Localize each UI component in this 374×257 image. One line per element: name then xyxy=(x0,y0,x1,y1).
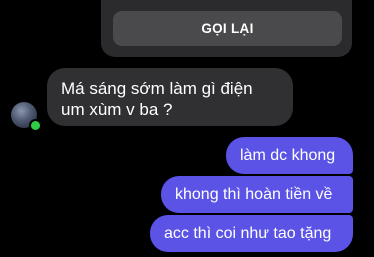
chat-screen: GỌI LẠI Má sáng sớm làm gì điện um xùm v… xyxy=(0,0,374,257)
outgoing-message-bubble[interactable]: acc thì coi như tao tặng xyxy=(150,215,353,252)
online-status-icon xyxy=(29,119,42,132)
call-back-button[interactable]: GỌI LẠI xyxy=(113,11,342,46)
outgoing-message-bubble[interactable]: làm dc khong xyxy=(226,137,353,174)
incoming-message-bubble[interactable]: Má sáng sớm làm gì điện um xùm v ba ? xyxy=(47,68,293,126)
outgoing-message-bubble[interactable]: khong thì hoàn tiền về xyxy=(161,176,353,213)
missed-call-card: GỌI LẠI xyxy=(101,0,352,57)
